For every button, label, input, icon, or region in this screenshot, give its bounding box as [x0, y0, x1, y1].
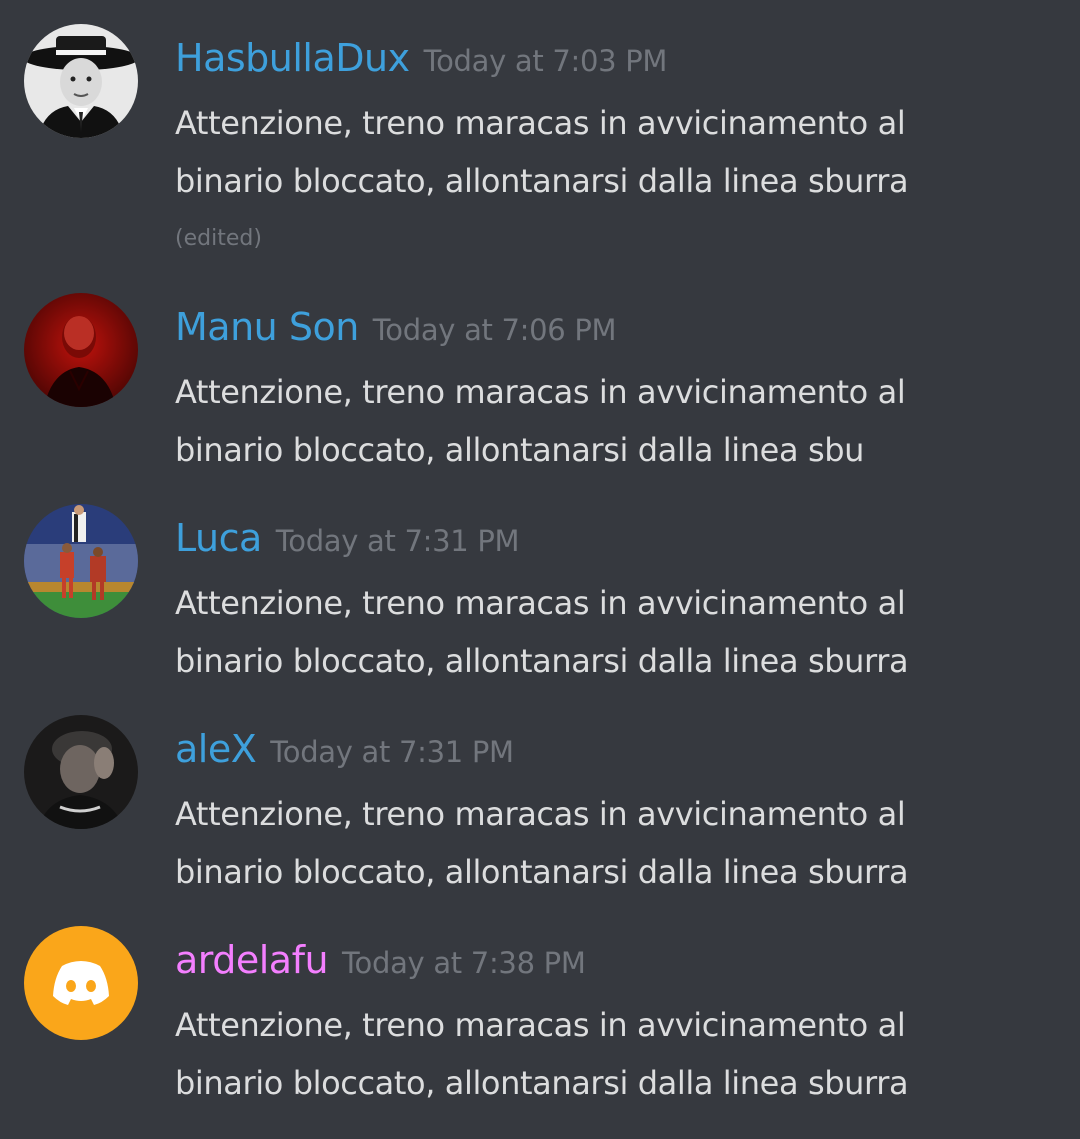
username[interactable]: aleX	[175, 727, 257, 771]
message-line: Attenzione, treno maracas in avvicinamen…	[175, 1006, 906, 1044]
avatar[interactable]	[24, 926, 138, 1040]
avatar[interactable]	[24, 504, 138, 618]
message-line: Attenzione, treno maracas in avvicinamen…	[175, 584, 906, 622]
avatar[interactable]	[24, 715, 138, 829]
message-content: Attenzione, treno maracas in avvicinamen…	[175, 996, 909, 1112]
username[interactable]: Luca	[175, 516, 262, 560]
message-line: binario bloccato, allontanarsi dalla lin…	[175, 1064, 909, 1102]
message-line: binario bloccato, allontanarsi dalla lin…	[175, 642, 909, 680]
message-line: binario bloccato, allontanarsi dalla lin…	[175, 853, 909, 891]
discord-logo-icon	[24, 926, 138, 1040]
message-line: binario bloccato, allontanarsi dalla lin…	[175, 431, 865, 469]
message-content: Attenzione, treno maracas in avvicinamen…	[175, 574, 909, 690]
username[interactable]: Manu Son	[175, 305, 359, 349]
football-players-avatar	[24, 504, 138, 618]
username[interactable]: ardelafu	[175, 938, 329, 982]
timestamp: Today at 7:31 PM	[275, 524, 520, 558]
message-content: Attenzione, treno maracas in avvicinamen…	[175, 363, 906, 479]
message-line: Attenzione, treno maracas in avvicinamen…	[175, 795, 906, 833]
message-line: Attenzione, treno maracas in avvicinamen…	[175, 104, 906, 142]
timestamp: Today at 7:38 PM	[342, 946, 586, 980]
man-in-hat-avatar	[24, 24, 138, 138]
message-content: Attenzione, treno maracas in avvicinamen…	[175, 94, 909, 210]
message-line: binario bloccato, allontanarsi dalla lin…	[175, 162, 909, 200]
timestamp: Today at 7:03 PM	[423, 44, 668, 78]
dark-portrait-avatar	[24, 715, 138, 829]
timestamp: Today at 7:06 PM	[372, 313, 617, 347]
avatar[interactable]	[24, 293, 138, 407]
red-portrait-avatar	[24, 293, 138, 407]
edited-label: (edited)	[175, 226, 262, 251]
message-content: Attenzione, treno maracas in avvicinamen…	[175, 785, 909, 901]
username[interactable]: HasbullaDux	[175, 36, 410, 80]
avatar[interactable]	[24, 24, 138, 138]
timestamp: Today at 7:31 PM	[270, 735, 514, 769]
message-line: Attenzione, treno maracas in avvicinamen…	[175, 373, 906, 411]
